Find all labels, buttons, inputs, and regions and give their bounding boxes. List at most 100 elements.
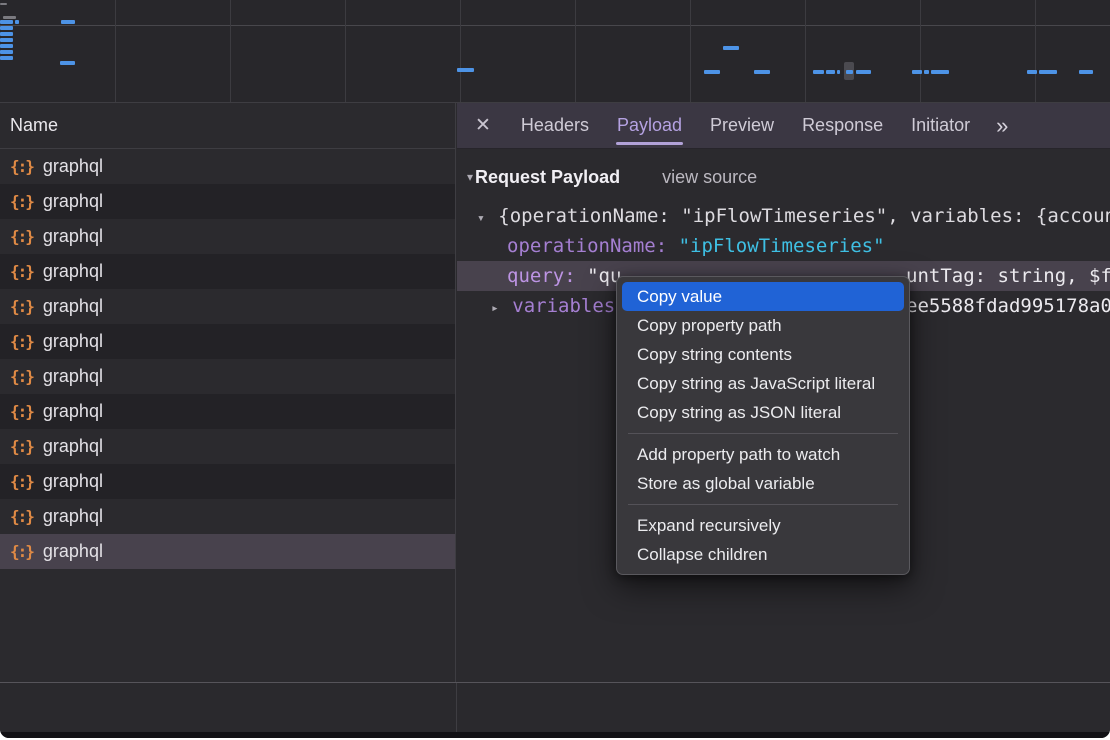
more-tabs-icon[interactable]: »	[996, 113, 1008, 139]
request-list-item[interactable]: {:}graphql	[0, 429, 455, 464]
request-list-item[interactable]: {:} graphql	[0, 289, 455, 324]
network-overview-timeline[interactable]	[0, 0, 1110, 103]
tab-headers[interactable]: Headers	[521, 103, 589, 148]
json-braces-icon: {:}	[10, 542, 33, 561]
request-activity-bar	[1079, 70, 1093, 74]
json-braces-icon: {:}	[10, 262, 33, 281]
request-list-item[interactable]: {:}graphql	[0, 219, 455, 254]
timeline-gridline	[115, 0, 116, 102]
request-activity-bar	[723, 46, 739, 50]
request-name-label: graphql	[43, 226, 103, 247]
request-list-item[interactable]: {:} graphql	[0, 394, 455, 429]
timeline-gridline	[690, 0, 691, 102]
timeline-gridline	[460, 0, 461, 102]
request-activity-bar	[1027, 70, 1037, 74]
overview-horizontal-divider	[0, 25, 1110, 26]
tree-row-operation-name[interactable]: operationName: "ipFlowTimeseries"	[457, 231, 1110, 261]
menu-item-copy-value[interactable]: Copy value	[622, 282, 904, 311]
timeline-gridline	[920, 0, 921, 102]
menu-item-copy-string-contents[interactable]: Copy string contents	[622, 340, 904, 369]
menu-separator	[628, 433, 898, 434]
menu-item-copy-string-as-javascript-literal[interactable]: Copy string as JavaScript literal	[622, 369, 904, 398]
json-braces-icon: {:}	[10, 402, 33, 421]
json-braces-icon: {:}	[10, 192, 33, 211]
view-source-link[interactable]: view source	[662, 167, 757, 188]
request-list-item[interactable]: {:} graphql	[0, 184, 455, 219]
request-activity-bar	[0, 50, 13, 54]
pane-divider[interactable]	[456, 683, 457, 732]
json-braces-icon: {:}	[10, 437, 33, 456]
tab-response[interactable]: Response	[802, 103, 883, 148]
request-activity-bar	[3, 16, 16, 19]
property-key: operationName:	[507, 235, 667, 257]
property-value-right-fragment: ee5588fdad995178a0	[906, 291, 1110, 321]
request-activity-bar	[846, 70, 853, 74]
property-key: variables	[512, 295, 615, 317]
json-braces-icon: {:}	[10, 472, 33, 491]
request-activity-bar	[837, 70, 840, 74]
request-activity-bar	[61, 20, 75, 24]
request-activity-bar	[457, 68, 474, 72]
menu-separator	[628, 504, 898, 505]
request-activity-bar	[754, 70, 770, 74]
property-value-string: "ipFlowTimeseries"	[679, 235, 885, 257]
request-list-item[interactable]: {:} graphql	[0, 534, 455, 569]
request-activity-bar	[0, 38, 13, 42]
timeline-gridline	[1035, 0, 1036, 102]
section-title: Request Payload	[475, 167, 620, 188]
tab-preview[interactable]: Preview	[710, 103, 774, 148]
request-activity-bar	[912, 70, 922, 74]
context-menu: Copy valueCopy property pathCopy string …	[616, 276, 910, 575]
json-braces-icon: {:}	[10, 507, 33, 526]
request-name-label: graphql	[43, 191, 103, 212]
request-list-item[interactable]: {:}graphql	[0, 464, 455, 499]
request-list-item[interactable]: {:} graphql	[0, 149, 455, 184]
request-activity-bar	[0, 20, 13, 24]
page-background: Name {:}graphql{:}graphql{:}graphql{:}gr…	[0, 0, 1110, 740]
property-key: query:	[507, 265, 576, 287]
request-activity-bar	[0, 44, 13, 48]
expanded-triangle-icon[interactable]: ▾	[477, 211, 485, 226]
request-name-label: graphql	[43, 156, 103, 177]
json-braces-icon: {:}	[10, 297, 33, 316]
request-activity-bar	[0, 26, 13, 30]
request-activity-bar	[856, 70, 871, 74]
menu-item-copy-property-path[interactable]: Copy property path	[622, 311, 904, 340]
tree-root-row[interactable]: ▾ {operationName: "ipFlowTimeseries", va…	[457, 201, 1110, 231]
status-footer	[0, 682, 1110, 732]
close-icon[interactable]: ✕	[475, 114, 491, 137]
menu-item-add-property-path-to-watch[interactable]: Add property path to watch	[622, 440, 904, 469]
collapsed-triangle-icon[interactable]: ▸	[491, 301, 499, 316]
section-expand-triangle-icon: ▾	[467, 170, 473, 184]
name-column-header[interactable]: Name	[0, 103, 455, 149]
request-list-item[interactable]: {:}graphql	[0, 359, 455, 394]
request-rows: {:} graphql {:} graphql {:} graphql {:} graphql…	[0, 149, 455, 569]
request-list-item[interactable]: {:}graphql	[0, 324, 455, 359]
timeline-gridline	[230, 0, 231, 102]
menu-item-copy-string-as-json-literal[interactable]: Copy string as JSON literal	[622, 398, 904, 427]
menu-item-store-as-global-variable[interactable]: Store as global variable	[622, 469, 904, 498]
tab-initiator[interactable]: Initiator	[911, 103, 970, 148]
request-name-label: graphql	[43, 541, 103, 562]
tree-root-summary: {operationName: "ipFlowTimeseries", vari…	[498, 205, 1110, 227]
request-list-item[interactable]: {:}graphql	[0, 254, 455, 289]
request-name-label: graphql	[43, 366, 103, 387]
tab-payload[interactable]: Payload	[617, 103, 682, 148]
property-value-right-fragment: untTag: string, $f	[906, 261, 1110, 291]
request-payload-section-header[interactable]: ▾ Request Payload view source	[457, 162, 1110, 192]
request-list-item[interactable]: {:} graphql	[0, 499, 455, 534]
menu-item-expand-recursively[interactable]: Expand recursively	[622, 511, 904, 540]
request-name-label: graphql	[43, 296, 103, 317]
request-activity-bar	[0, 32, 13, 36]
request-activity-bar	[826, 70, 835, 74]
request-activity-bar	[704, 70, 720, 74]
request-name-label: graphql	[43, 331, 103, 352]
request-activity-bar	[931, 70, 949, 74]
network-request-list-pane: Name {:}graphql{:}graphql{:}graphql{:}gr…	[0, 103, 456, 682]
json-braces-icon: {:}	[10, 157, 33, 176]
menu-item-collapse-children[interactable]: Collapse children	[622, 540, 904, 569]
request-activity-bar	[0, 56, 13, 60]
request-activity-bar	[0, 3, 7, 5]
request-name-label: graphql	[43, 401, 103, 422]
request-name-label: graphql	[43, 506, 103, 527]
